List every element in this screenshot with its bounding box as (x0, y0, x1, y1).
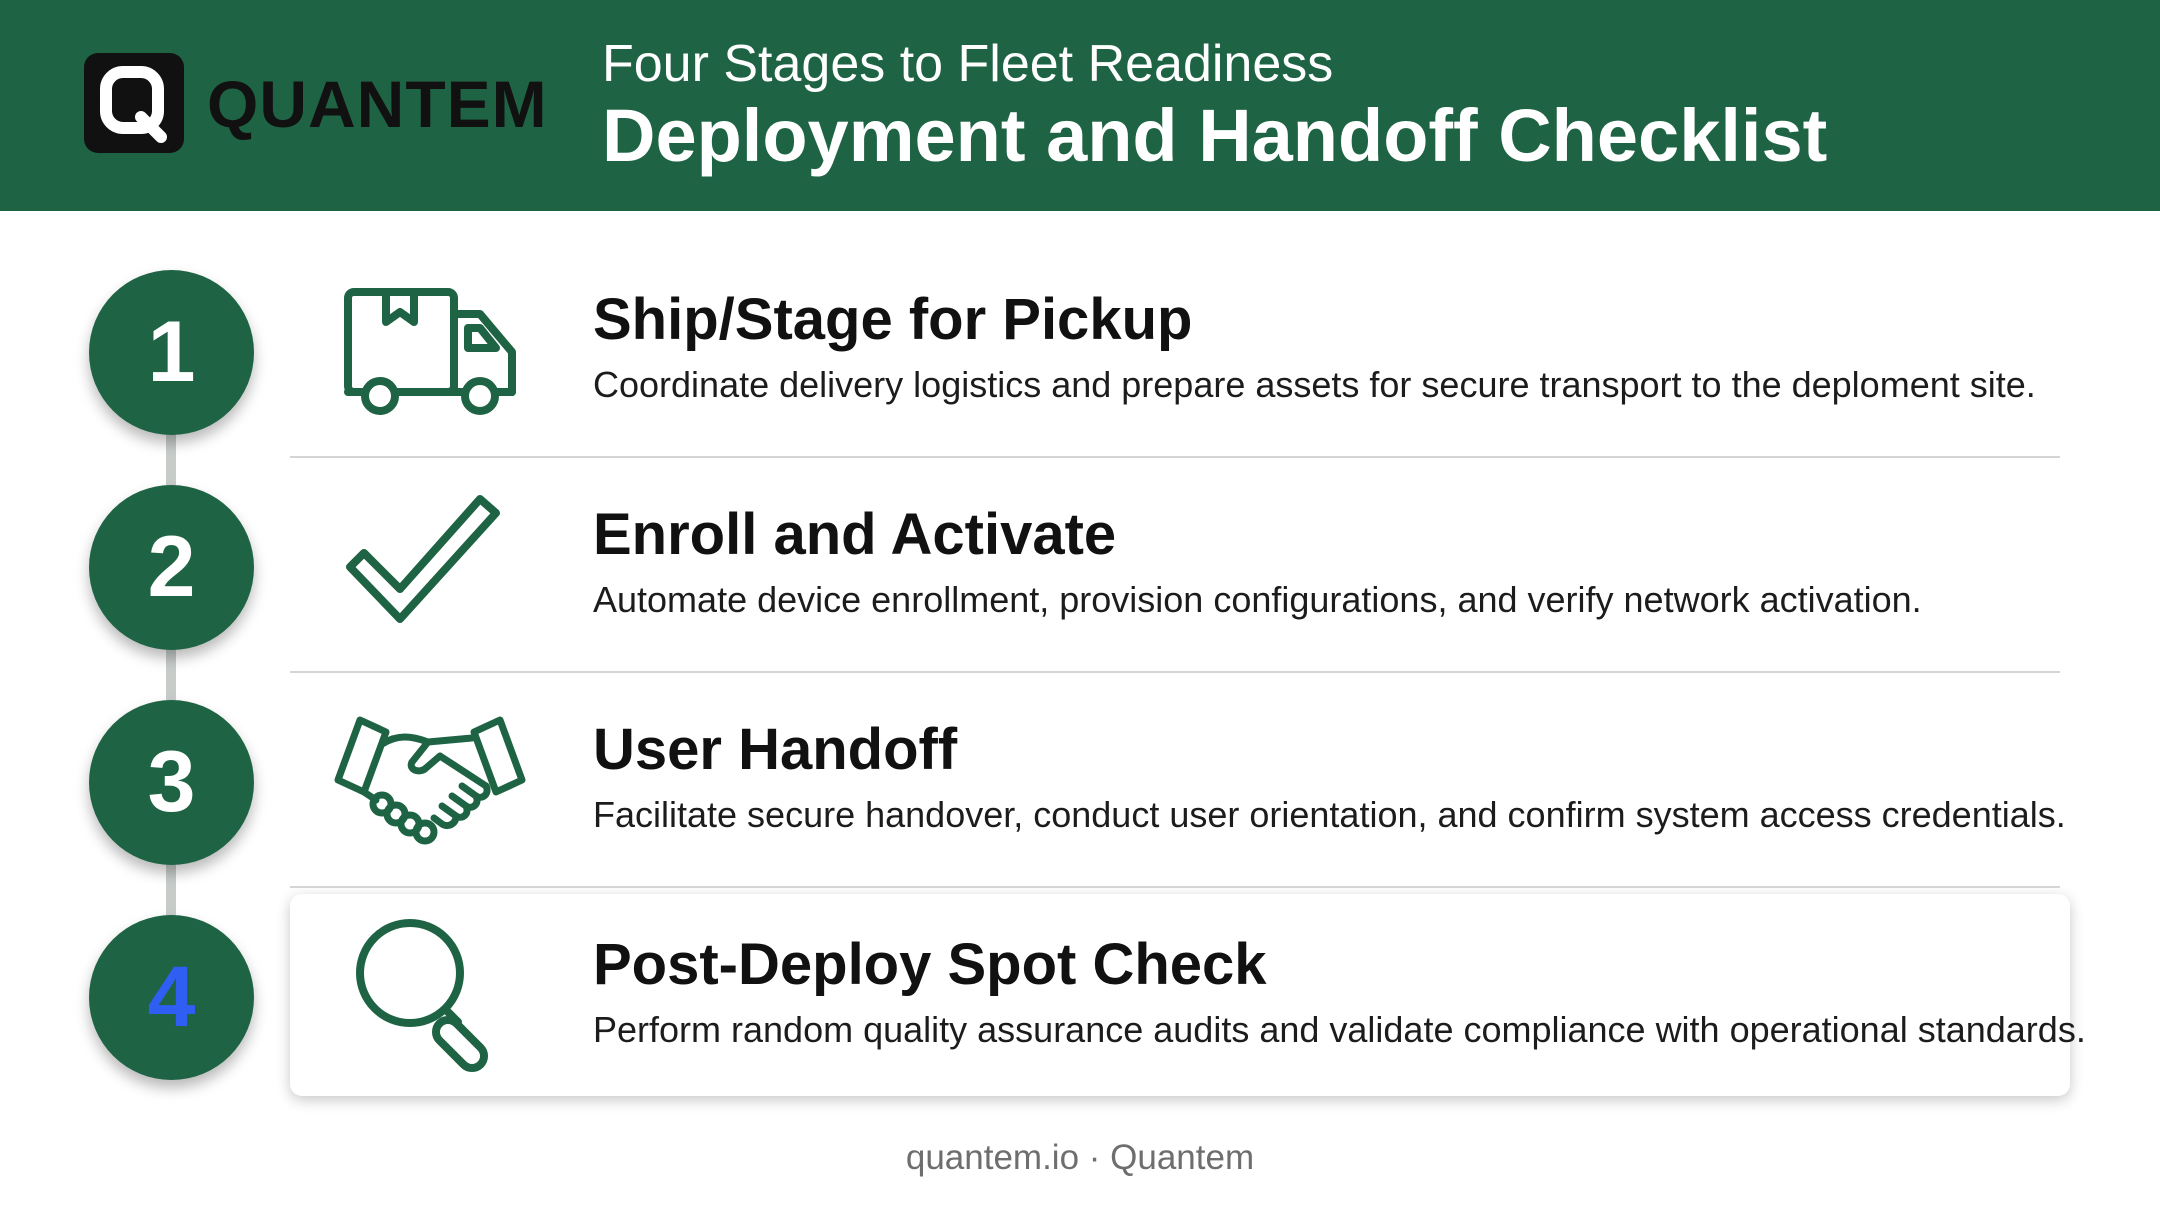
step-divider (290, 456, 2060, 458)
handshake-icon (330, 700, 530, 860)
step-description-3: Facilitate secure handover, conduct user… (593, 794, 2066, 835)
step-description-4: Perform random quality assurance audits … (593, 1009, 2086, 1050)
step-title-3: User Handoff (593, 717, 958, 782)
checkmark-icon (330, 485, 530, 645)
header-banner: QUANTEM Four Stages to Fleet Readiness D… (0, 0, 2160, 211)
brand-name: QUANTEM (207, 67, 548, 141)
step-number-3: 3 (89, 700, 254, 865)
step-title-2: Enroll and Activate (593, 502, 1117, 567)
step-title-4: Post-Deploy Spot Check (593, 932, 1267, 997)
delivery-truck-icon (330, 270, 530, 430)
step-divider (290, 886, 2060, 888)
step-description-2: Automate device enrollment, provision co… (593, 579, 1922, 620)
page-title: Deployment and Handoff Checklist (602, 94, 1828, 177)
step-divider (290, 671, 2060, 673)
footer-credit: quantem.io · Quantem (905, 1138, 1255, 1177)
logo-letter-q (100, 66, 167, 143)
logo-mark (84, 53, 184, 153)
magnifying-glass-icon (330, 915, 530, 1075)
step-title-1: Ship/Stage for Pickup (593, 287, 1193, 352)
timeline-connector (166, 340, 176, 1000)
step-number-2: 2 (89, 485, 254, 650)
step-description-1: Coordinate delivery logistics and prepar… (593, 364, 2036, 405)
step-number-1: 1 (89, 270, 254, 435)
page-subtitle: Four Stages to Fleet Readiness (602, 35, 1334, 93)
step-number-4: 4 (89, 915, 254, 1080)
